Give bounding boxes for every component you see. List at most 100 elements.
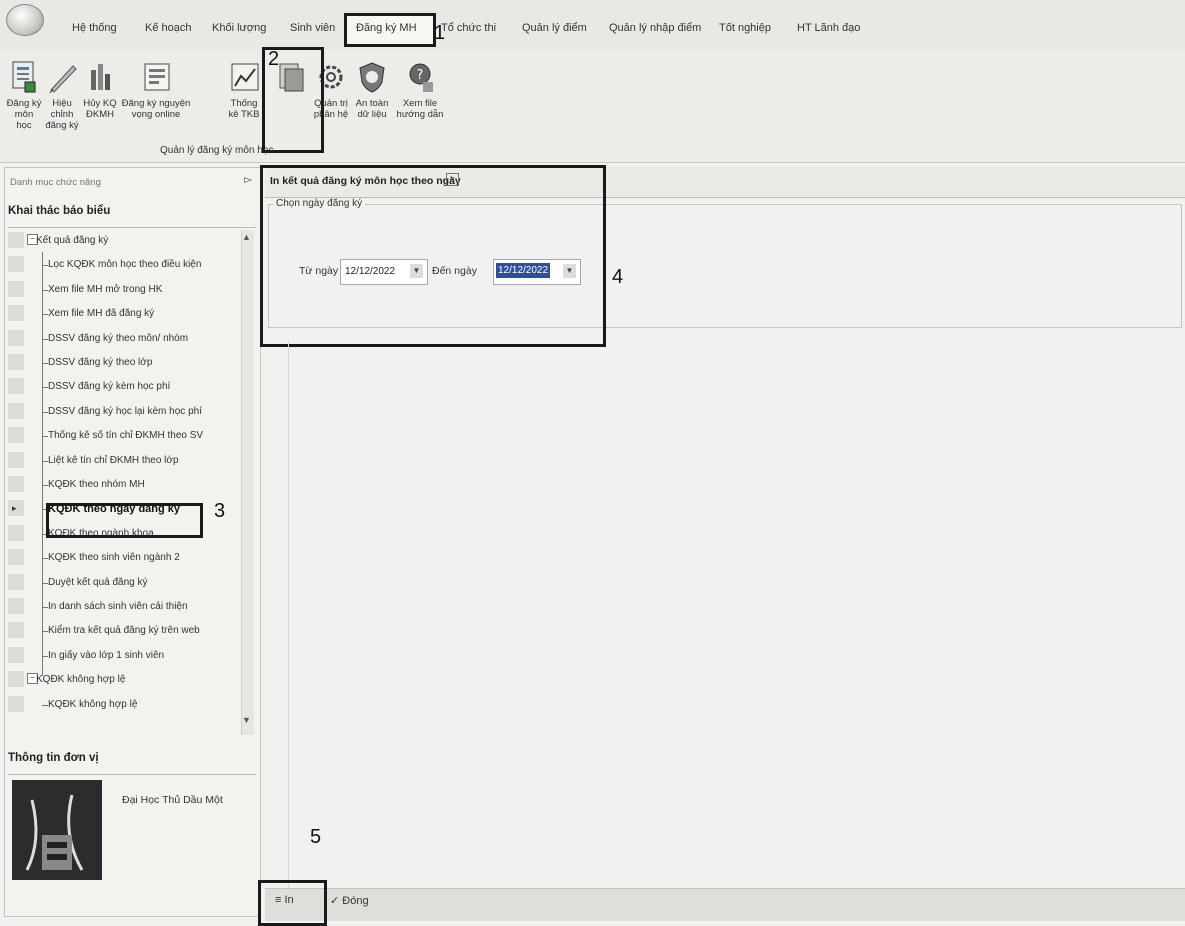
tree-row-icon: [8, 232, 24, 248]
tree-row-icon: [8, 427, 24, 444]
tree-item-label: KQĐK theo nhóm MH: [48, 479, 145, 490]
university-logo: [12, 780, 102, 880]
tree-row-icon: [8, 354, 24, 370]
tree-row-icon: [8, 402, 24, 419]
ribbon-button-thong-ke-tkb[interactable]: Thống kê TKB: [226, 60, 262, 120]
tree-item[interactable]: − KQĐK không hợp lệ: [8, 669, 248, 691]
search-input[interactable]: [8, 173, 242, 191]
tree-row-icon: [8, 305, 24, 322]
tree-item[interactable]: Liệt kê tín chỉ ĐKMH theo lớp: [8, 450, 248, 472]
tree-scrollbar[interactable]: [241, 230, 254, 735]
tree-row-icon: [8, 329, 24, 346]
tree-row-icon: [8, 378, 24, 395]
ribbon-label: Hủy KQ: [83, 98, 117, 109]
tree-item[interactable]: Thống kê số tín chỉ ĐKMH theo SV: [8, 425, 248, 447]
tree-item-label: Xem file MH mở trong HK: [48, 283, 163, 295]
statistics-chart-icon: [231, 63, 259, 91]
bottom-toolbar: [265, 888, 1185, 921]
tree-item[interactable]: DSSV đăng ký theo môn/ nhóm: [8, 328, 248, 350]
unit-name: Đại Học Thủ Dầu Một: [122, 794, 223, 806]
app-menu-button[interactable]: [6, 4, 44, 36]
divider: [288, 340, 289, 900]
tree-row-icon: [8, 280, 24, 297]
callout-4: 4: [612, 266, 624, 288]
tree-item-label: DSSV đăng ký học lại kèm học phí: [48, 405, 202, 417]
tree-row-icon: [8, 671, 24, 688]
cancel-result-icon: [91, 64, 110, 90]
callout-3: 3: [214, 500, 226, 522]
tree-item[interactable]: KQĐK không hợp lệ: [8, 694, 248, 716]
tree-item[interactable]: In giấy vào lớp 1 sinh viên: [8, 645, 248, 667]
help-icon: ?: [409, 63, 433, 92]
current-row-icon: ▸: [12, 503, 17, 514]
tree-item[interactable]: DSSV đăng ký kèm học phí: [8, 376, 248, 398]
menu-to-chuc-thi[interactable]: Tổ chức thi: [441, 22, 496, 34]
tree-item[interactable]: KQĐK theo sinh viên ngành 2: [8, 547, 248, 569]
tree-item-label: Kết quả đăng ký: [36, 235, 109, 246]
ribbon-button-huy-kq[interactable]: Hủy KQ ĐKMH: [82, 60, 118, 120]
scroll-up-icon[interactable]: ▲: [242, 232, 251, 242]
tree-item-label: DSSV đăng ký kèm học phí: [48, 381, 171, 393]
online-form-icon: [144, 63, 170, 91]
tree-item-label: DSSV đăng ký theo lớp: [48, 357, 153, 368]
ribbon-button-xem-file-huong-dan[interactable]: ? Xem file hướng dẫn: [394, 60, 446, 120]
section-header-reports[interactable]: Khai thác báo biểu: [8, 205, 256, 228]
tree-item-label: Duyệt kết quả đăng ký: [48, 576, 148, 588]
tree-item[interactable]: Xem file MH mở trong HK: [8, 279, 248, 301]
ribbon-label: đăng ký: [45, 120, 79, 131]
ribbon-button-hieu-chinh[interactable]: Hiệu chỉnh đăng ký: [40, 60, 84, 131]
menu-sinh-vien[interactable]: Sinh viên: [290, 22, 335, 34]
tree-row-icon: [8, 549, 24, 566]
tree-row-icon: [8, 476, 24, 492]
tree-item[interactable]: Lọc KQĐK môn học theo điều kiện: [8, 254, 248, 276]
tree-item[interactable]: Duyệt kết quả đăng ký: [8, 572, 248, 594]
menu-khoi-luong[interactable]: Khối lượng: [212, 22, 266, 34]
menu-ht-lanh-dao[interactable]: HT Lãnh đạo: [797, 22, 860, 34]
tree-item[interactable]: KQĐK theo nhóm MH: [8, 474, 248, 496]
tree-item[interactable]: DSSV đăng ký học lại kèm học phí: [8, 401, 248, 423]
menu-quan-ly-diem[interactable]: Quản lý điểm: [522, 22, 587, 34]
tree-row-icon: [8, 598, 24, 614]
close-button[interactable]: ✓ Đóng: [330, 894, 369, 907]
tree-item-label: Thống kê số tín chỉ ĐKMH theo SV: [48, 430, 204, 442]
highlight-box-print: [258, 880, 327, 926]
section-header-unit-info[interactable]: Thông tin đơn vị: [8, 752, 256, 775]
scroll-down-icon[interactable]: ▼: [242, 715, 251, 725]
menu-tot-nghiep[interactable]: Tốt nghiệp: [719, 22, 771, 34]
close-label: Đóng: [342, 895, 369, 907]
tree-item[interactable]: Xem file MH đã đăng ký: [8, 303, 248, 325]
ribbon-label: kê TKB: [228, 109, 260, 120]
tree-item[interactable]: DSSV đăng ký theo lớp: [8, 352, 248, 374]
checkmark-icon: ✓: [330, 895, 340, 907]
menu-dang-ky-mh[interactable]: Đăng ký MH: [356, 22, 417, 34]
tree-item-label: In giấy vào lớp 1 sinh viên: [48, 649, 165, 661]
ribbon-label: vọng online: [131, 109, 181, 120]
tree-row-icon: [8, 524, 24, 541]
highlight-box-tree: [46, 503, 203, 538]
ribbon-button-an-toan-du-lieu[interactable]: An toàn dữ liệu: [352, 60, 392, 120]
tree-item[interactable]: − Kết quả đăng ký: [8, 230, 248, 252]
svg-text:?: ?: [417, 68, 424, 83]
edit-pencil-icon: [49, 65, 77, 94]
tree-item[interactable]: Kiểm tra kết quả đăng ký trên web: [8, 620, 248, 642]
tree-item[interactable]: In danh sách sinh viên cải thiện: [8, 596, 248, 618]
tree-item-label: KQĐK không hợp lệ: [48, 698, 138, 710]
ribbon-button-dang-ky-nguyen-vong[interactable]: Đăng ký nguyện vọng online: [120, 60, 192, 120]
menu-quan-ly-nhap-diem[interactable]: Quản lý nhập điểm: [609, 22, 701, 34]
callout-5: 5: [310, 826, 322, 848]
menu-ke-hoach[interactable]: Kế hoạch: [145, 22, 191, 34]
ribbon-button-dang-ky-mon-hoc[interactable]: Đăng ký môn học: [6, 60, 42, 131]
pin-icon[interactable]: ▻: [244, 173, 252, 186]
tree-item-label: Liệt kê tín chỉ ĐKMH theo lớp: [48, 454, 179, 466]
tree-item-label: DSSV đăng ký theo môn/ nhóm: [48, 332, 189, 344]
tree-item-label: Xem file MH đã đăng ký: [48, 308, 155, 320]
ribbon-label: Đăng ký nguyện: [121, 98, 191, 109]
shield-icon: [359, 62, 385, 93]
menu-he-thong[interactable]: Hệ thống: [72, 22, 117, 34]
tree-row-icon: [8, 695, 24, 712]
tree-row-icon: [8, 573, 24, 590]
ribbon-label: Thống: [230, 98, 258, 109]
function-tree: − Kết quả đăng ký Lọc KQĐK môn học theo đi…: [8, 230, 256, 735]
tree-row-icon: [8, 256, 24, 273]
tree-row-icon: [8, 451, 24, 468]
